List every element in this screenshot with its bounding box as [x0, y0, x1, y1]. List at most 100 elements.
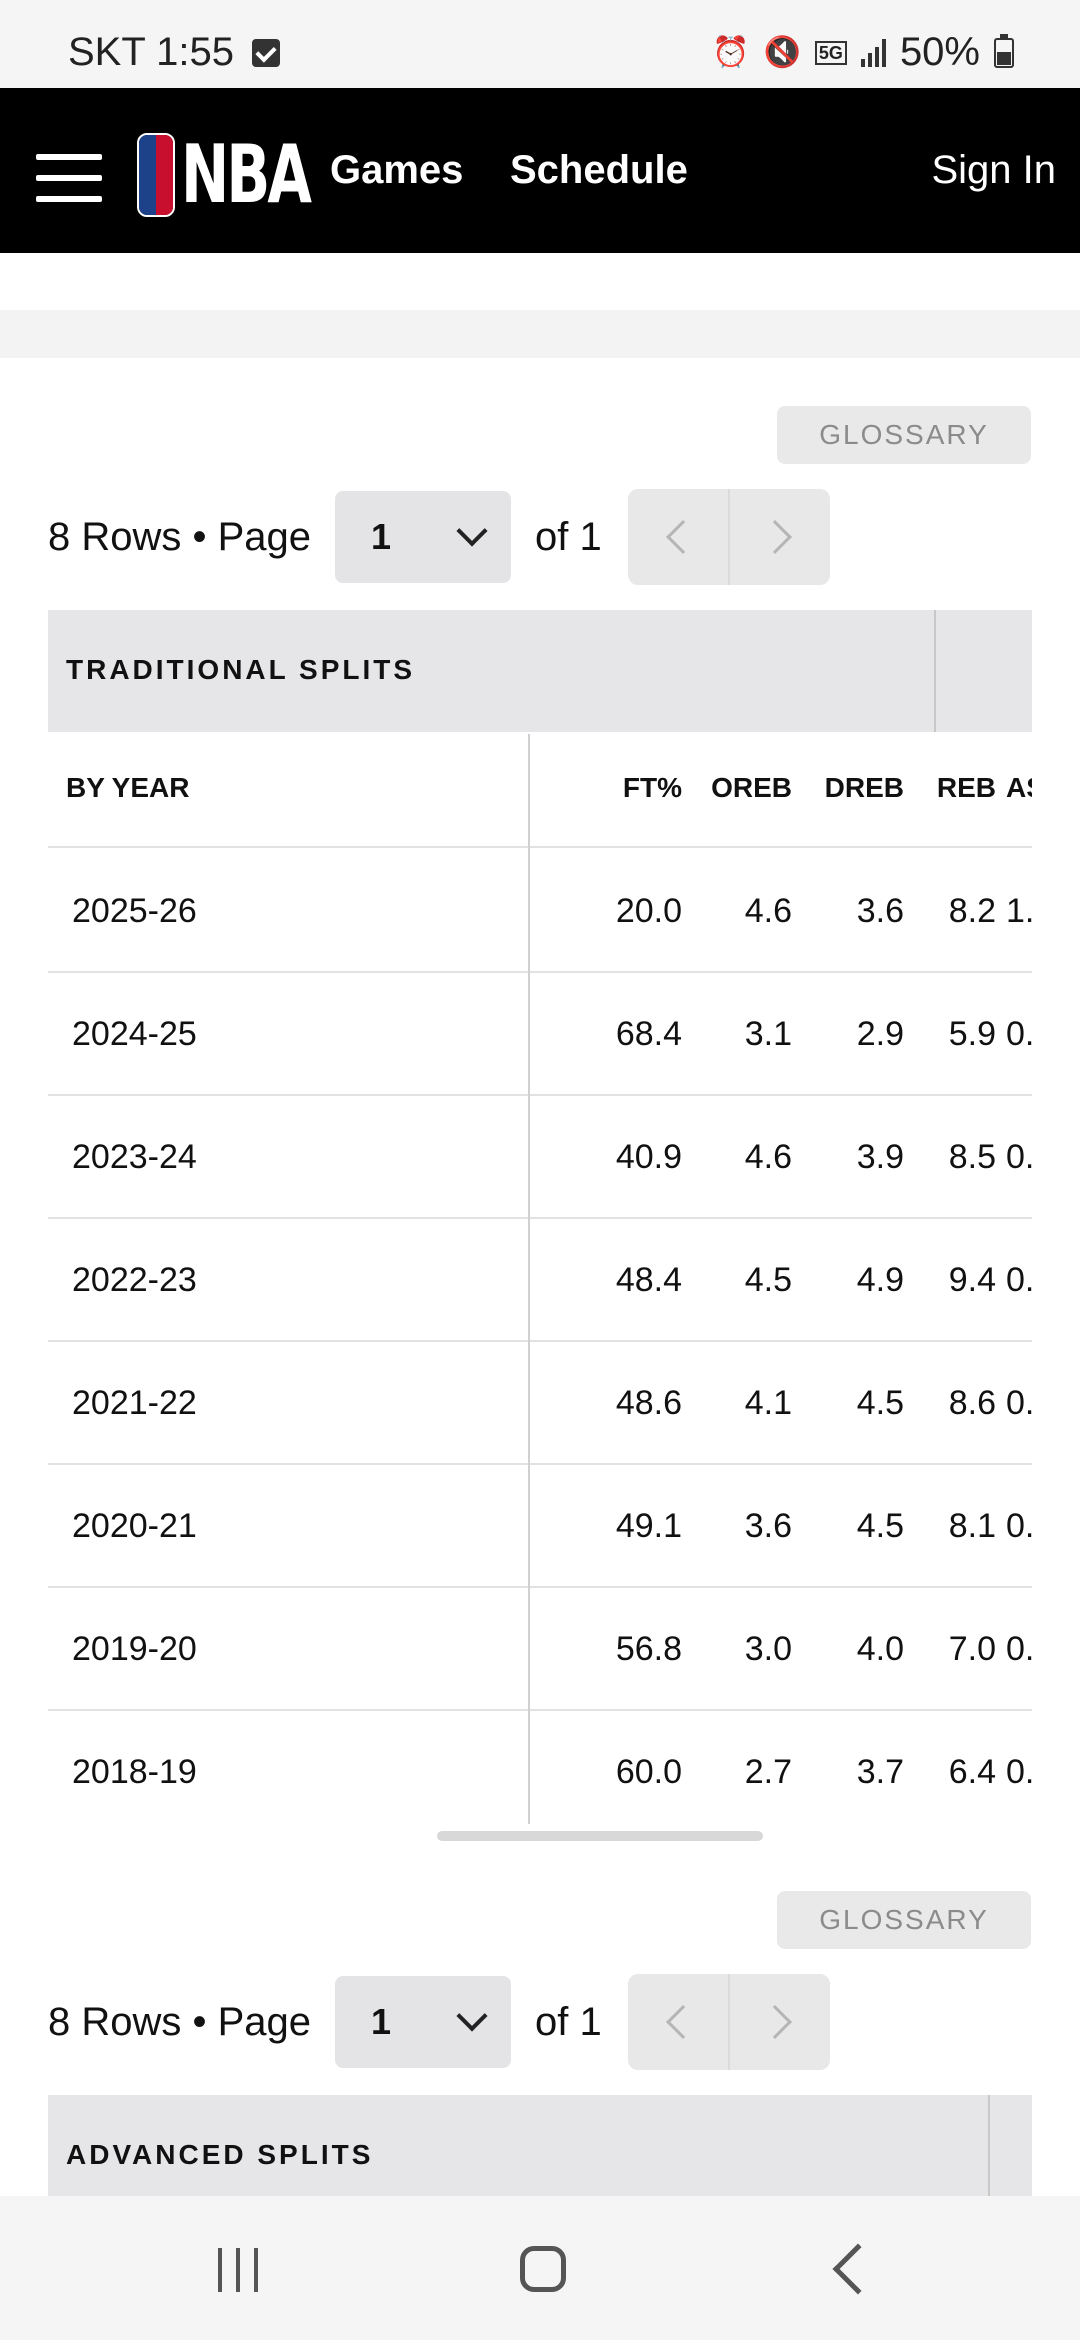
col-oreb[interactable]: OREB — [692, 772, 792, 804]
year-cell: 2025-26 — [72, 892, 197, 930]
reb-cell: 6.4 — [948, 1753, 996, 1791]
ast-cell: 0.6 — [1006, 1753, 1032, 1791]
reb-cell: 8.6 — [948, 1384, 996, 1422]
table-row[interactable]: 2018-19 60.0 2.7 3.7 6.4 0.6 — [48, 1711, 1032, 1830]
prev-page-button[interactable] — [628, 489, 728, 585]
next-page-button-2[interactable] — [727, 1974, 830, 2070]
reb-cell: 8.2 — [948, 892, 996, 930]
pagination: 8 Rows • Page 1 of 1 — [48, 489, 830, 585]
oreb-cell: 3.0 — [744, 1630, 792, 1668]
recent-apps-icon[interactable] — [218, 2248, 258, 2292]
next-page-button[interactable] — [727, 489, 830, 585]
page-select[interactable]: 1 — [335, 491, 512, 583]
reb-cell: 7.0 — [948, 1630, 996, 1668]
chevron-right-icon — [757, 520, 792, 554]
traditional-splits-table[interactable]: BY YEAR FT% OREB DREB REB AST 2025-26 20.… — [48, 730, 1032, 1830]
oreb-cell: 2.7 — [744, 1753, 792, 1791]
col-reb[interactable]: REB — [914, 772, 996, 804]
ast-cell: 0.5 — [1006, 1384, 1032, 1422]
year-cell: 2023-24 — [72, 1138, 197, 1176]
carrier-time: SKT 1:55 — [68, 30, 235, 74]
reb-cell: 5.9 — [948, 1015, 996, 1053]
page-arrows-2 — [627, 1974, 830, 2070]
oreb-cell: 4.1 — [744, 1384, 792, 1422]
nav-games-link[interactable]: Games — [330, 148, 463, 193]
table-row[interactable]: 2023-24 40.9 4.6 3.9 8.5 0.6 — [48, 1096, 1032, 1219]
status-right: ⏰ 🔇 5G 50% — [712, 30, 1014, 75]
header-divider — [988, 2095, 990, 2196]
horizontal-scrollbar[interactable] — [437, 1831, 763, 1841]
back-icon[interactable] — [832, 2243, 884, 2295]
reb-cell: 9.4 — [948, 1261, 996, 1299]
nav-schedule-link[interactable]: Schedule — [510, 148, 688, 193]
sign-in-link[interactable]: Sign In — [931, 148, 1056, 193]
glossary-button[interactable]: GLOSSARY — [777, 406, 1031, 464]
battery-percent: 50% — [899, 30, 980, 74]
ft-pct-cell: 20.0 — [615, 892, 682, 930]
by-year-header[interactable]: BY YEAR — [66, 772, 189, 804]
alarm-icon: ⏰ — [712, 36, 750, 69]
ast-cell: 0.6 — [1006, 1630, 1032, 1668]
ast-cell: 0.6 — [1006, 1138, 1032, 1176]
dreb-cell: 2.9 — [856, 1015, 904, 1053]
ast-cell: 0.5 — [1006, 1507, 1032, 1545]
prev-page-button-2[interactable] — [628, 1974, 728, 2070]
chevron-down-icon — [456, 2000, 488, 2032]
col-ast[interactable]: AST — [996, 772, 1032, 804]
year-cell: 2021-22 — [72, 1384, 197, 1422]
chevron-left-icon — [665, 2005, 700, 2039]
col-dreb[interactable]: DREB — [802, 772, 904, 804]
dreb-cell: 3.6 — [856, 892, 904, 930]
page-select-value-2: 1 — [371, 2001, 392, 2042]
oreb-cell: 4.5 — [744, 1261, 792, 1299]
logo-text: NBA — [181, 128, 312, 221]
rows-page-label: 8 Rows • Page — [48, 514, 312, 559]
year-cell: 2019-20 — [72, 1630, 197, 1668]
chevron-left-icon — [665, 520, 700, 554]
col-ft-pct[interactable]: FT% — [548, 772, 682, 804]
ft-pct-cell: 48.6 — [615, 1384, 682, 1422]
ast-cell: 1.1 — [1006, 892, 1032, 930]
ast-cell: 0.9 — [1006, 1261, 1032, 1299]
glossary-button-2[interactable]: GLOSSARY — [777, 1891, 1031, 1949]
menu-icon[interactable] — [36, 154, 102, 202]
advanced-splits-title: ADVANCED SPLITS — [66, 2139, 374, 2170]
chevron-down-icon — [456, 515, 488, 547]
table-row[interactable]: 2025-26 20.0 4.6 3.6 8.2 1.1 — [48, 850, 1032, 973]
page-select-2[interactable]: 1 — [335, 1976, 512, 2068]
frozen-column-divider — [528, 734, 530, 1824]
dreb-cell: 3.7 — [856, 1753, 904, 1791]
table-row[interactable]: 2020-21 49.1 3.6 4.5 8.1 0.5 — [48, 1465, 1032, 1588]
page-arrows — [627, 489, 830, 585]
status-bar: SKT 1:55 ⏰ 🔇 5G 50% — [0, 0, 1080, 88]
system-nav-bar — [0, 2196, 1080, 2340]
ft-pct-cell: 68.4 — [615, 1015, 682, 1053]
table-row[interactable]: 2021-22 48.6 4.1 4.5 8.6 0.5 — [48, 1342, 1032, 1465]
dreb-cell: 4.5 — [856, 1507, 904, 1545]
ast-cell: 0.8 — [1006, 1015, 1032, 1053]
year-cell: 2020-21 — [72, 1507, 197, 1545]
pagination-2: 8 Rows • Page 1 of 1 — [48, 1974, 830, 2070]
5g-icon: 5G — [814, 40, 847, 65]
section-divider — [0, 310, 1080, 358]
year-cell: 2018-19 — [72, 1753, 197, 1791]
traditional-splits-title: TRADITIONAL SPLITS — [66, 654, 416, 685]
ft-pct-cell: 49.1 — [615, 1507, 682, 1545]
table-row[interactable]: 2024-25 68.4 3.1 2.9 5.9 0.8 — [48, 973, 1032, 1096]
nba-logo[interactable]: NBA — [137, 128, 359, 221]
battery-fill — [997, 51, 1011, 65]
battery-icon — [994, 33, 1014, 68]
status-left: SKT 1:55 — [68, 30, 281, 75]
mute-icon: 🔇 — [763, 36, 801, 69]
dreb-cell: 4.0 — [856, 1630, 904, 1668]
home-icon[interactable] — [520, 2246, 566, 2292]
ft-pct-cell: 48.4 — [615, 1261, 682, 1299]
logo-shield-icon — [137, 132, 175, 217]
ft-pct-cell: 40.9 — [615, 1138, 682, 1176]
year-cell: 2024-25 — [72, 1015, 197, 1053]
oreb-cell: 3.1 — [744, 1015, 792, 1053]
table-row[interactable]: 2022-23 48.4 4.5 4.9 9.4 0.9 — [48, 1219, 1032, 1342]
page-count-label-2: of 1 — [535, 1999, 602, 2044]
table-row[interactable]: 2019-20 56.8 3.0 4.0 7.0 0.6 — [48, 1588, 1032, 1711]
advanced-splits-header: ADVANCED SPLITS — [48, 2095, 1032, 2196]
